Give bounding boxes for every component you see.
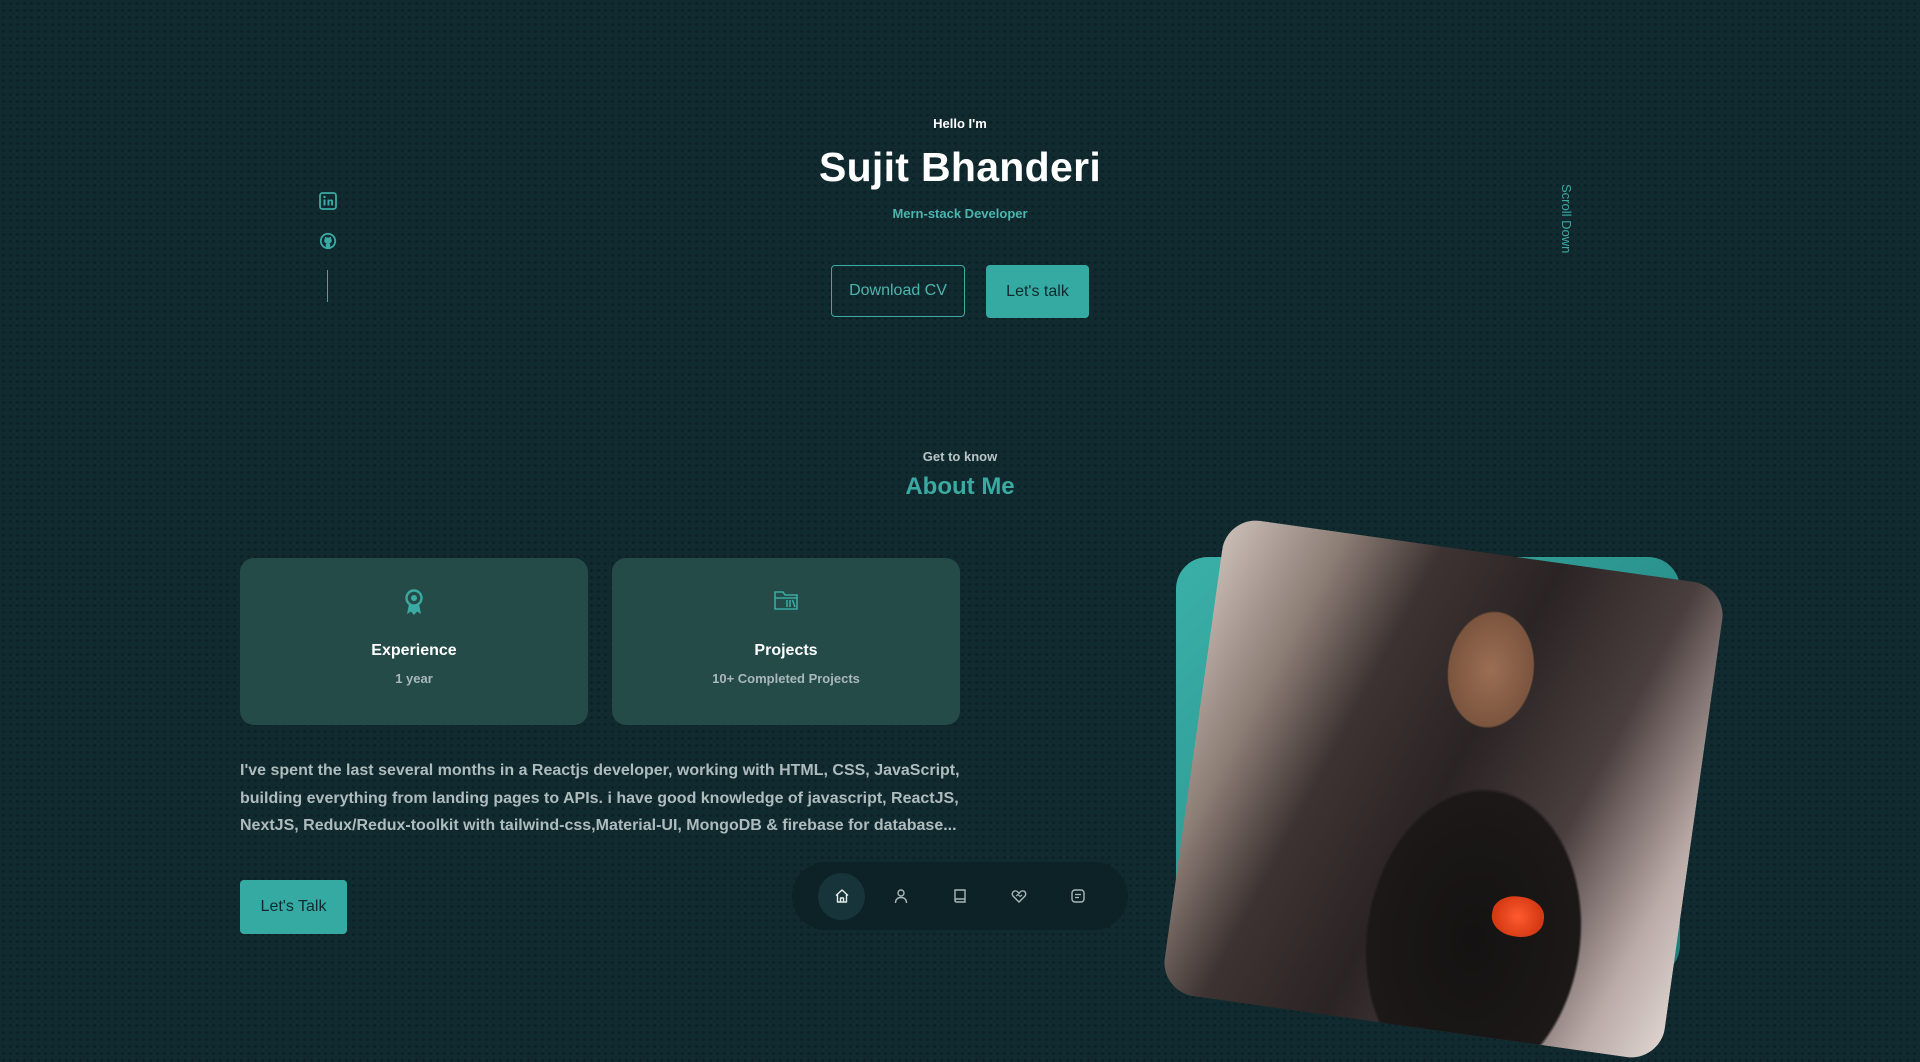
nav-contact[interactable] <box>1054 873 1101 920</box>
experience-card: Experience 1 year <box>240 558 588 725</box>
nav-home[interactable] <box>818 872 865 920</box>
bottom-nav <box>792 862 1128 930</box>
nav-experience[interactable] <box>936 873 983 920</box>
home-icon <box>834 888 850 904</box>
folder-icon <box>612 588 960 616</box>
about-title: About Me <box>905 473 1015 500</box>
about-subtitle: Get to know <box>922 449 998 464</box>
linkedin-icon[interactable] <box>319 192 337 210</box>
social-divider-line <box>327 270 328 302</box>
projects-title: Projects <box>754 642 818 659</box>
about-lets-talk-button[interactable]: Let's Talk <box>240 880 347 934</box>
nav-services[interactable] <box>995 873 1042 920</box>
nav-about[interactable] <box>877 873 924 920</box>
pocket-square-detail <box>1489 893 1547 941</box>
about-bio: I've spent the last several months in a … <box>240 762 960 834</box>
user-icon <box>893 888 909 904</box>
hero-greeting: Hello I'm <box>933 116 987 131</box>
profile-photo <box>1160 516 1727 1062</box>
projects-card: Projects 10+ Completed Projects <box>612 558 960 725</box>
message-icon <box>1070 888 1086 904</box>
lets-talk-button[interactable]: Let's talk <box>986 265 1089 318</box>
services-icon <box>1011 888 1027 904</box>
hero-name: Sujit Bhanderi <box>818 144 1102 190</box>
experience-value: 1 year <box>395 671 433 686</box>
projects-value: 10+ Completed Projects <box>712 671 860 686</box>
github-icon[interactable] <box>319 232 337 250</box>
scroll-down-link[interactable]: Scroll Down <box>1549 184 1574 274</box>
hero-role: Mern-stack Developer <box>892 206 1028 221</box>
award-icon <box>240 588 588 616</box>
book-icon <box>952 888 968 904</box>
download-cv-button[interactable]: Download CV <box>831 265 965 317</box>
experience-title: Experience <box>371 642 457 659</box>
